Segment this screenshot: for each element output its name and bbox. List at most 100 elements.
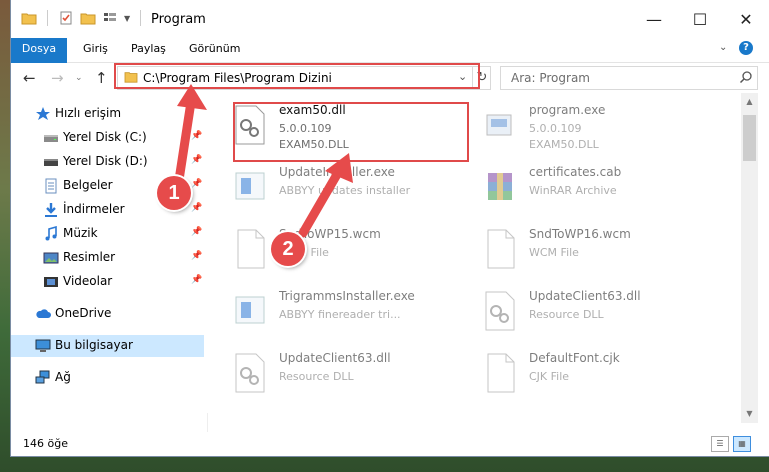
toolbar-divider — [47, 10, 48, 26]
pictures-icon — [43, 252, 59, 264]
file-version: 5.0.0.109 — [529, 122, 582, 135]
music-icon — [45, 226, 57, 241]
cloud-icon — [36, 309, 51, 318]
sidebar-item-label: İndirmeler — [63, 202, 125, 216]
folder-icon[interactable] — [21, 10, 37, 26]
ribbon-tabs: Dosya Giriş Paylaş Görünüm ⌄ ? — [11, 38, 769, 96]
quick-access-toolbar: ▼ — [21, 10, 145, 26]
file-name: UpdateClient63.dll — [529, 289, 641, 303]
exe-icon — [486, 114, 512, 136]
blank-file-icon — [237, 229, 265, 269]
tab-home[interactable]: Giriş — [73, 38, 118, 62]
vertical-scrollbar[interactable]: ▲ ▼ — [741, 93, 758, 423]
file-name: program.exe — [529, 103, 606, 117]
title-divider — [140, 10, 142, 26]
forward-arrow-icon[interactable]: → — [51, 69, 64, 87]
pin-icon[interactable]: 📌 — [191, 251, 202, 261]
new-folder-icon[interactable] — [80, 10, 96, 26]
sidebar-item-label: Belgeler — [63, 178, 113, 192]
file-description: WinRAR Archive — [529, 184, 617, 197]
tab-share[interactable]: Paylaş — [121, 38, 176, 62]
drive-icon — [44, 135, 58, 142]
minimize-button[interactable]: — — [631, 0, 677, 38]
blank-file-icon — [487, 229, 515, 269]
properties-icon[interactable] — [58, 10, 74, 26]
scrollbar-thumb[interactable] — [743, 115, 756, 161]
star-icon — [36, 107, 50, 120]
file-description: WCM File — [529, 246, 579, 259]
up-arrow-icon[interactable]: ↑ — [95, 69, 108, 87]
file-name: SndToWP16.wcm — [529, 227, 631, 241]
blank-file-icon — [487, 353, 515, 393]
sidebar-item-label: Resimler — [63, 250, 116, 264]
file-description: Resource DLL — [279, 370, 354, 383]
documents-icon — [45, 178, 57, 194]
window-title: Program — [151, 12, 206, 27]
pin-icon[interactable]: 📌 — [191, 227, 202, 237]
help-icon[interactable]: ? — [739, 41, 753, 55]
sidebar-item-label: Videolar — [63, 274, 113, 288]
file-item-updateclient63-dll[interactable]: UpdateClient63.dll Resource DLL — [457, 281, 697, 339]
sidebar-item-label: Yerel Disk (C:) — [63, 130, 147, 144]
title-bar: ▼ Program — ☐ ✕ — [11, 0, 769, 38]
drive-icon — [44, 159, 58, 166]
recent-locations-icon[interactable]: ⌄ — [75, 73, 83, 83]
file-item-updateclient63-dll-2[interactable]: UpdateClient63.dll Resource DLL — [207, 343, 447, 401]
back-arrow-icon[interactable]: ← — [23, 69, 36, 87]
sidebar-item-network[interactable]: Ağ — [11, 367, 204, 389]
tab-view[interactable]: Görünüm — [179, 38, 250, 62]
computer-icon — [35, 339, 51, 352]
customize-toolbar-icon[interactable] — [102, 10, 118, 26]
file-name: UpdateClient63.dll — [279, 351, 391, 365]
file-item-program-exe[interactable]: program.exe 5.0.0.109 EXAM50.DLL — [457, 95, 697, 153]
scroll-up-icon[interactable]: ▲ — [741, 97, 758, 106]
search-input[interactable]: Ara: Program — [500, 66, 758, 90]
file-description: Resource DLL — [529, 308, 604, 321]
installer-icon — [235, 296, 265, 324]
annotation-badge-2: 2 — [271, 232, 305, 266]
annotation-arrow-1 — [174, 84, 207, 185]
file-name: TrigrammsInstaller.exe — [279, 289, 415, 303]
dll-gear-icon — [485, 291, 515, 331]
videos-icon — [44, 277, 58, 287]
explorer-window: ▼ Program — ☐ ✕ Dosya Giriş Paylaş Görün… — [11, 0, 769, 456]
sidebar-item-pictures[interactable]: Resimler 📌 — [11, 247, 204, 269]
file-description: ABBYY finereader tri... — [279, 308, 401, 321]
file-description: EXAM50.DLL — [529, 138, 599, 151]
installer-icon — [235, 172, 265, 200]
sidebar-item-this-pc[interactable]: Bu bilgisayar — [11, 335, 204, 357]
network-icon — [35, 370, 50, 384]
annotation-arrow-2 — [298, 153, 353, 238]
details-view-icon[interactable]: ☰ — [711, 436, 729, 452]
maximize-button[interactable]: ☐ — [677, 0, 723, 38]
winrar-icon — [488, 173, 512, 200]
tiles-view-icon[interactable]: ▦ — [733, 436, 751, 452]
pin-icon[interactable]: 📌 — [191, 275, 202, 285]
expand-ribbon-icon[interactable]: ⌄ — [719, 42, 727, 53]
search-placeholder: Ara: Program — [511, 71, 590, 85]
sidebar-item-label: Ağ — [55, 370, 71, 384]
file-item-sndtowp16-wcm[interactable]: SndToWP16.wcm WCM File — [457, 219, 697, 277]
search-icon — [739, 71, 752, 84]
sidebar-item-label: Bu bilgisayar — [55, 338, 133, 352]
file-item-certificates-cab[interactable]: certificates.cab WinRAR Archive — [457, 157, 697, 215]
sidebar-item-music[interactable]: Müzik 📌 — [11, 223, 204, 245]
dll-gear-icon — [235, 353, 265, 393]
file-name: DefaultFont.cjk — [529, 351, 620, 365]
file-description: CJK File — [529, 370, 570, 383]
status-bar: 146 öğe ☰ ▦ — [11, 432, 769, 456]
file-item-trigrammsinstaller-exe[interactable]: TrigrammsInstaller.exe ABBYY finereader … — [207, 281, 447, 339]
file-item-defaultfont-cjk[interactable]: DefaultFont.cjk CJK File — [457, 343, 697, 401]
sidebar-item-label: OneDrive — [55, 306, 112, 320]
close-button[interactable]: ✕ — [723, 0, 769, 38]
pin-icon[interactable]: 📌 — [191, 203, 202, 213]
sidebar-item-label: Yerel Disk (D:) — [63, 154, 148, 168]
file-name: certificates.cab — [529, 165, 622, 179]
sidebar-item-videos[interactable]: Videolar 📌 — [11, 271, 204, 293]
sidebar-item-label: Hızlı erişim — [55, 106, 122, 120]
annotation-badge-1: 1 — [157, 176, 191, 210]
qat-dropdown-icon[interactable]: ▼ — [124, 14, 130, 23]
scroll-down-icon[interactable]: ▼ — [741, 409, 758, 418]
sidebar-item-onedrive[interactable]: OneDrive — [11, 303, 204, 325]
sidebar-item-label: Müzik — [63, 226, 98, 240]
